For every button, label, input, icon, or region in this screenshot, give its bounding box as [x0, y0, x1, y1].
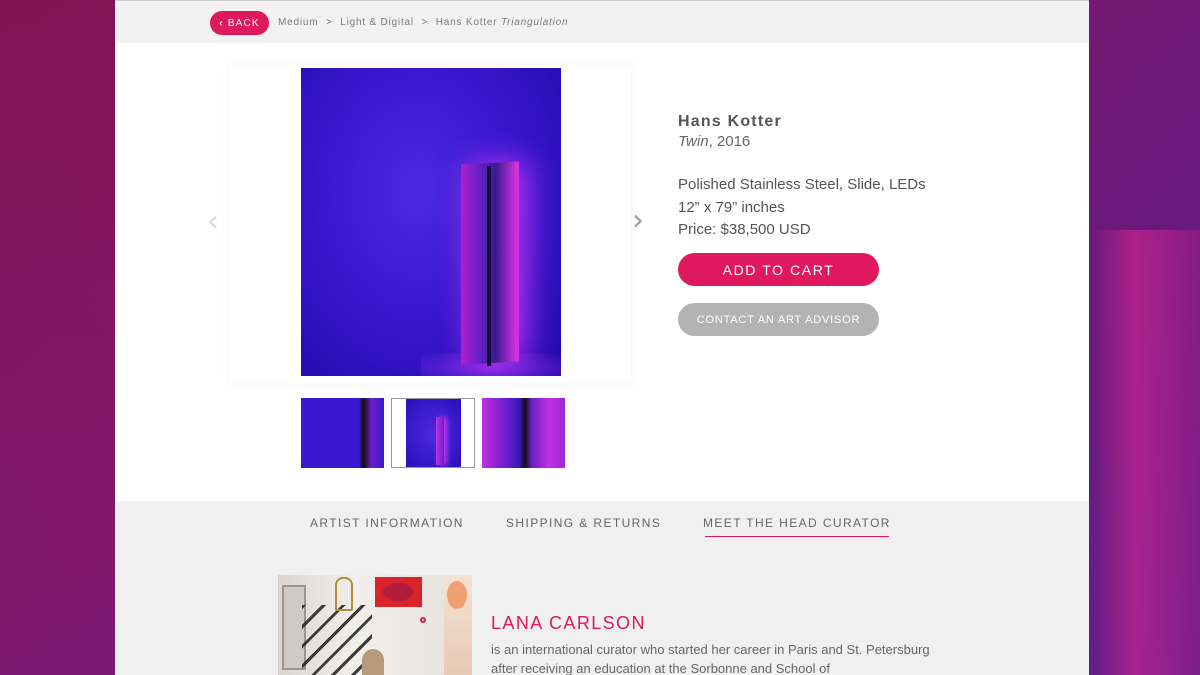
chevron-right-icon[interactable]: › — [632, 203, 644, 238]
breadcrumb-series: Triangulation — [500, 17, 569, 28]
thumbnail-2-selected[interactable] — [391, 398, 475, 468]
curator-name: LANA CARLSON — [491, 613, 646, 633]
thumbnail-image — [406, 399, 461, 467]
breadcrumb-category[interactable]: Light & Digital — [340, 17, 414, 28]
thumbnail-1[interactable] — [301, 398, 384, 468]
add-to-cart-button[interactable]: ADD TO CART — [678, 253, 879, 286]
breadcrumb-medium[interactable]: Medium — [278, 17, 318, 28]
photo-portrait-painting — [444, 575, 472, 675]
chevron-left-icon: ‹ — [219, 17, 224, 29]
background-glow — [1090, 230, 1200, 675]
tab-artist-information[interactable]: ARTIST INFORMATION — [310, 516, 464, 530]
tab-meet-curator[interactable]: MEET THE HEAD CURATOR — [703, 516, 891, 530]
top-bar: ‹ BACK Medium > Light & Digital > Hans K… — [115, 0, 1089, 43]
chevron-left-icon[interactable]: ‹ — [207, 204, 219, 239]
info-section: ARTIST INFORMATION SHIPPING & RETURNS ME… — [115, 501, 1089, 675]
breadcrumb-separator: > — [325, 17, 333, 28]
contact-advisor-button[interactable]: CONTACT AN ART ADVISOR — [678, 303, 879, 336]
main-artwork-image[interactable] — [301, 68, 561, 376]
thumbnail-strip — [301, 398, 565, 468]
artist-name[interactable]: Hans Kotter — [678, 113, 782, 131]
photo-red-painting — [375, 577, 422, 607]
thumbnail-3[interactable] — [482, 398, 565, 468]
product-page: ‹ BACK Medium > Light & Digital > Hans K… — [115, 0, 1089, 675]
artwork-price: Price: $38,500 USD — [678, 221, 811, 238]
curator-bio: is an international curator who started … — [491, 642, 930, 675]
curator-photo — [278, 575, 472, 675]
background-left — [0, 0, 115, 675]
back-button-label: BACK — [227, 17, 260, 29]
breadcrumb-artist[interactable]: Hans Kotter — [436, 17, 498, 28]
artwork-materials: Polished Stainless Steel, Slide, LEDs — [678, 176, 926, 193]
artwork-title: Twin, 2016 — [678, 133, 750, 150]
tab-shipping-returns[interactable]: SHIPPING & RETURNS — [506, 516, 661, 530]
artwork-dimensions: 12” x 79” inches — [678, 198, 785, 216]
photo-curator-figure — [362, 649, 384, 675]
breadcrumb: Medium > Light & Digital > Hans Kotter T… — [278, 17, 568, 28]
photo-birdcage — [335, 577, 353, 611]
artwork-title-text: Twin — [678, 133, 709, 150]
artwork-year: , 2016 — [708, 133, 751, 150]
active-tab-indicator — [705, 536, 889, 537]
breadcrumb-separator: > — [421, 17, 429, 28]
artwork-details: Polished Stainless Steel, Slide, LEDs 12… — [678, 174, 926, 242]
photo-red-detail — [420, 617, 426, 623]
mirror-seam — [487, 165, 491, 367]
back-button[interactable]: ‹ BACK — [210, 11, 269, 35]
